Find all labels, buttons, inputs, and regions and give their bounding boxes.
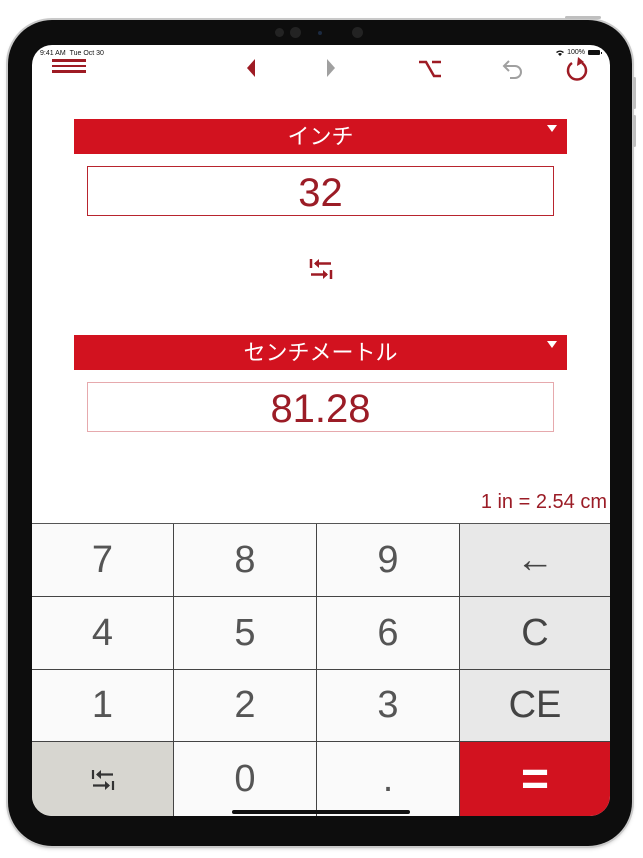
device-top-button [565, 16, 601, 19]
swap-icon [91, 769, 114, 790]
menu-button[interactable] [52, 59, 86, 75]
key-label: 1 [91, 684, 114, 726]
key-label: 9 [377, 538, 399, 581]
camera-sensor [290, 27, 301, 38]
back-button[interactable] [244, 58, 258, 83]
forward-arrow-icon [327, 59, 335, 77]
to-unit-select[interactable]: センチメートル [74, 335, 567, 370]
home-indicator[interactable] [232, 810, 410, 814]
dropdown-caret-icon [547, 341, 557, 348]
from-unit-label: インチ [287, 124, 354, 149]
status-date-text: Tue Oct 30 [69, 50, 104, 57]
key-label: = [520, 753, 550, 806]
key-label: 2 [234, 684, 256, 726]
status-time: 9:41 AM Tue Oct 30 [40, 50, 104, 57]
key-label: CE [508, 684, 562, 726]
from-unit-select[interactable]: インチ [74, 119, 567, 154]
key-label: 7 [91, 538, 114, 581]
camera-lens [352, 27, 363, 38]
reset-button[interactable] [563, 55, 591, 88]
camera-sensor [318, 31, 322, 35]
key-label: 4 [91, 611, 114, 654]
key-label: C [521, 611, 549, 654]
swap-units-button[interactable] [308, 257, 334, 281]
key-decimal[interactable]: . [317, 742, 460, 816]
menu-icon [52, 59, 86, 73]
from-value-text: 32 [298, 171, 343, 215]
back-arrow-icon [247, 59, 255, 77]
key-4[interactable]: 4 [32, 597, 174, 670]
key-0[interactable]: 0 [174, 742, 317, 816]
key-label: 5 [234, 611, 256, 654]
key-label: 3 [377, 684, 399, 726]
to-unit-label: センチメートル [243, 340, 398, 365]
key-3[interactable]: 3 [317, 670, 460, 742]
key-label: 0 [234, 758, 256, 800]
key-5[interactable]: 5 [174, 597, 317, 670]
undo-icon [502, 60, 522, 79]
option-key-icon [419, 60, 441, 78]
camera-sensor [275, 28, 284, 37]
to-value-field[interactable]: 81.28 [87, 382, 554, 432]
forward-button[interactable] [324, 58, 338, 83]
swap-key[interactable] [32, 742, 174, 816]
to-value-text: 81.28 [270, 387, 371, 431]
from-value-field[interactable]: 32 [87, 166, 554, 216]
key-label: . [382, 758, 394, 800]
swap-icon [309, 259, 333, 279]
key-9[interactable]: 9 [317, 524, 460, 597]
key-label: 6 [377, 611, 399, 654]
reset-icon [566, 57, 588, 81]
key-7[interactable]: 7 [32, 524, 174, 597]
device-volume-down [633, 115, 636, 147]
status-time-text: 9:41 AM [40, 50, 66, 57]
key-8[interactable]: 8 [174, 524, 317, 597]
key-2[interactable]: 2 [174, 670, 317, 742]
backspace-key[interactable]: ← [460, 524, 610, 597]
conversion-ratio: 1 in = 2.54 cm [480, 491, 607, 513]
clear-entry-key[interactable]: CE [460, 670, 610, 742]
equals-key[interactable]: = [460, 742, 610, 816]
dropdown-caret-icon [547, 125, 557, 132]
key-6[interactable]: 6 [317, 597, 460, 670]
key-label: 8 [234, 538, 256, 581]
backspace-icon: ← [516, 538, 554, 581]
keypad: 7 8 9 ← 4 5 6 C 1 2 3 CE 0 . = [32, 523, 610, 816]
key-1[interactable]: 1 [32, 670, 174, 742]
undo-button[interactable] [501, 57, 527, 86]
app-screen: 9:41 AM Tue Oct 30 100% インチ 32 センチメートル 8… [32, 45, 610, 816]
device-volume-up [633, 77, 636, 109]
option-button[interactable] [418, 59, 442, 84]
clear-key[interactable]: C [460, 597, 610, 670]
